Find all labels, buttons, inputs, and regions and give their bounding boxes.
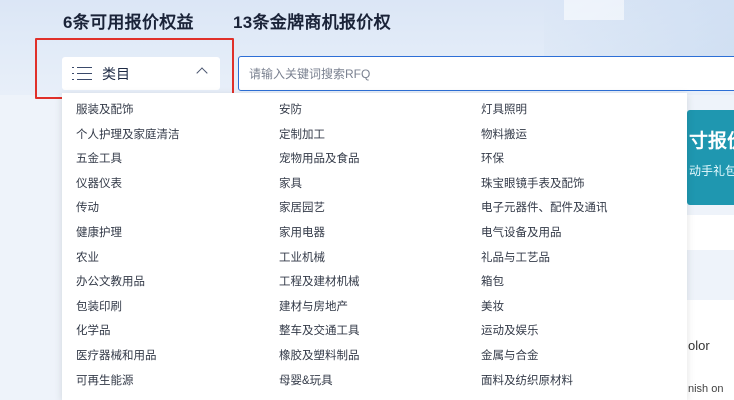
category-item[interactable]: 物料搬运 xyxy=(481,126,608,151)
category-item[interactable]: 环保 xyxy=(481,150,608,175)
category-item[interactable]: 建材与房地产 xyxy=(279,298,360,323)
category-item[interactable]: 办公文教用品 xyxy=(76,273,180,298)
category-item[interactable]: 农业 xyxy=(76,249,180,274)
category-item[interactable]: 箱包 xyxy=(481,273,608,298)
category-item[interactable]: 橡胶及塑料制品 xyxy=(279,347,360,372)
promo-card[interactable]: 寸报价 动手礼包 xyxy=(687,110,734,205)
category-column-3: 灯具照明 物料搬运 环保 珠宝眼镜手表及配饰 电子元器件、配件及通讯 电气设备及用品 礼品与… xyxy=(481,101,608,396)
category-item[interactable]: 工程及建材机械 xyxy=(279,273,360,298)
category-item[interactable]: 整车及交通工具 xyxy=(279,322,360,347)
category-item[interactable]: 安防 xyxy=(279,101,360,126)
category-item[interactable]: 工业机械 xyxy=(279,249,360,274)
category-item[interactable]: 仪器仪表 xyxy=(76,175,180,200)
category-item[interactable]: 灯具照明 xyxy=(481,101,608,126)
banner-decoration-small xyxy=(564,0,624,20)
category-item[interactable]: 化学品 xyxy=(76,322,180,347)
category-dropdown-panel: 服装及配饰 个人护理及家庭清洁 五金工具 仪器仪表 传动 健康护理 农业 办公文教用品 包装印刷… xyxy=(62,93,687,400)
category-item[interactable]: 礼品与工艺品 xyxy=(481,249,608,274)
annotation-highlight-box xyxy=(35,38,234,99)
category-column-1: 服装及配饰 个人护理及家庭清洁 五金工具 仪器仪表 传动 健康护理 农业 办公文教用品 包装印刷… xyxy=(76,101,180,396)
category-column-2: 安防 定制加工 宠物用品及食品 家具 家居园艺 家用电器 工业机械 工程及建材机械 建材与房地产… xyxy=(279,101,360,396)
quote-rights-headline: 6条可用报价权益 xyxy=(63,13,194,32)
gold-opportunity-headline: 13条金牌商机报价权 xyxy=(233,13,391,32)
background-peek-text: olor xyxy=(688,338,710,353)
category-item[interactable]: 健康护理 xyxy=(76,224,180,249)
category-item[interactable]: 母婴&玩具 xyxy=(279,372,360,397)
category-item[interactable]: 传动 xyxy=(76,199,180,224)
category-item[interactable]: 珠宝眼镜手表及配饰 xyxy=(481,175,608,200)
category-item[interactable]: 金属与合金 xyxy=(481,347,608,372)
category-item[interactable]: 美妆 xyxy=(481,298,608,323)
category-item[interactable]: 运动及娱乐 xyxy=(481,322,608,347)
category-item[interactable]: 服装及配饰 xyxy=(76,101,180,126)
category-item[interactable]: 家具 xyxy=(279,175,360,200)
category-item[interactable]: 医疗器械和用品 xyxy=(76,347,180,372)
category-item[interactable]: 电气设备及用品 xyxy=(481,224,608,249)
category-item[interactable]: 电子元器件、配件及通讯 xyxy=(481,199,608,224)
category-item[interactable]: 家居园艺 xyxy=(279,199,360,224)
background-card xyxy=(687,215,734,250)
background-peek-text-2: nish on xyxy=(688,383,724,395)
category-item[interactable]: 包装印刷 xyxy=(76,298,180,323)
promo-subtitle: 动手礼包 xyxy=(689,164,734,178)
category-item[interactable]: 个人护理及家庭清洁 xyxy=(76,126,180,151)
category-item[interactable]: 可再生能源 xyxy=(76,372,180,397)
category-item[interactable]: 宠物用品及食品 xyxy=(279,150,360,175)
promo-title: 寸报价 xyxy=(689,131,734,152)
category-item[interactable]: 家用电器 xyxy=(279,224,360,249)
category-item[interactable]: 定制加工 xyxy=(279,126,360,151)
category-item[interactable]: 五金工具 xyxy=(76,150,180,175)
category-item[interactable]: 面料及纺织原材料 xyxy=(481,372,608,397)
rfq-search-input[interactable] xyxy=(238,56,734,91)
